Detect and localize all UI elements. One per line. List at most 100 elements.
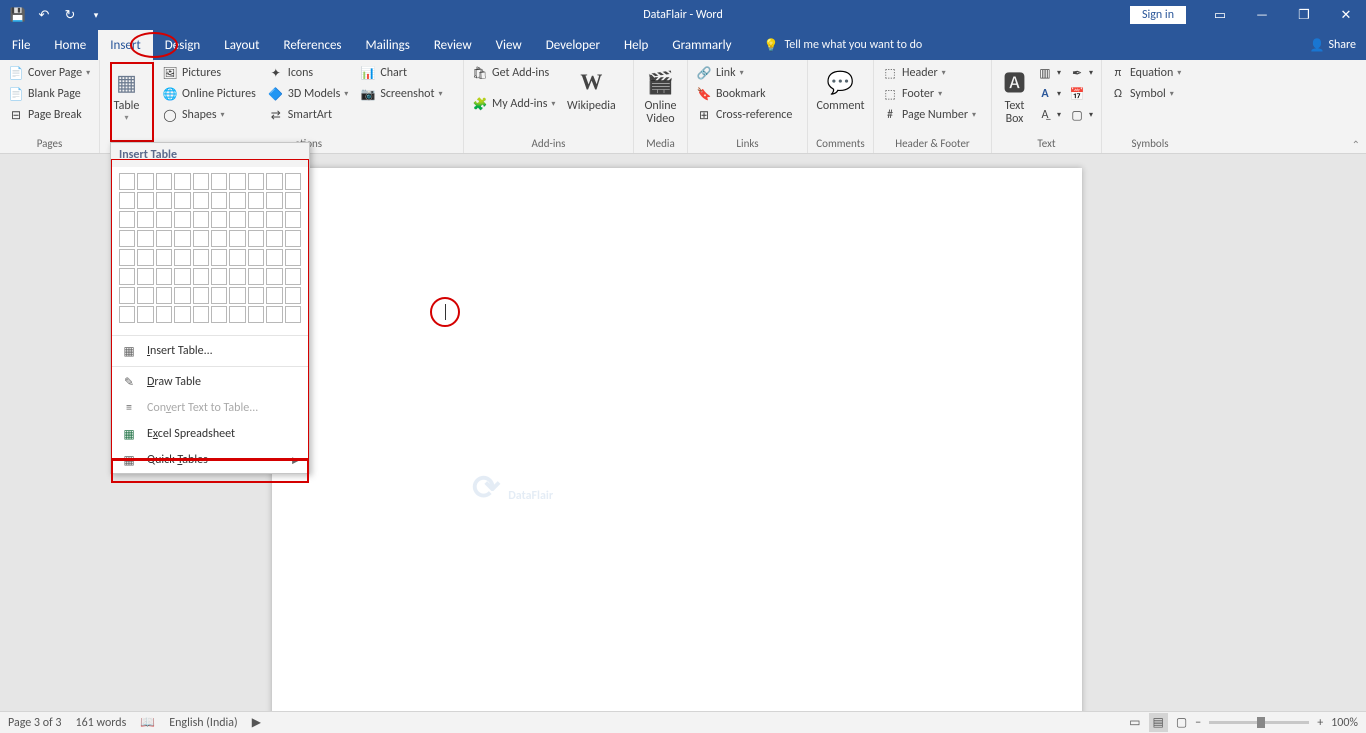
grid-cell[interactable] <box>266 287 282 304</box>
grid-cell[interactable] <box>119 230 135 247</box>
grid-cell[interactable] <box>174 249 190 266</box>
date-time-button[interactable]: 📅 <box>1067 85 1095 103</box>
grid-cell[interactable] <box>266 230 282 247</box>
online-video-button[interactable]: 🎬 Online Video <box>640 64 681 126</box>
page-number-button[interactable]: #Page Number <box>880 106 978 124</box>
grid-cell[interactable] <box>211 268 227 285</box>
status-language[interactable]: English (India) <box>169 716 237 730</box>
grid-cell[interactable] <box>119 211 135 228</box>
grid-cell[interactable] <box>174 306 190 323</box>
zoom-out-icon[interactable]: − <box>1195 716 1201 730</box>
grid-cell[interactable] <box>211 173 227 190</box>
grid-cell[interactable] <box>266 173 282 190</box>
grid-cell[interactable] <box>119 173 135 190</box>
grid-cell[interactable] <box>174 192 190 209</box>
grid-cell[interactable] <box>174 230 190 247</box>
my-addins-button[interactable]: 🧩My Add-ins <box>470 95 557 113</box>
tab-file[interactable]: File <box>0 30 42 60</box>
pictures-button[interactable]: 🖼Pictures <box>160 64 258 82</box>
grid-cell[interactable] <box>137 230 153 247</box>
grid-cell[interactable] <box>119 306 135 323</box>
wordart-button[interactable]: A▾ <box>1035 85 1063 103</box>
grid-cell[interactable] <box>137 211 153 228</box>
drop-cap-button[interactable]: A̲▾ <box>1035 106 1063 124</box>
grid-cell[interactable] <box>137 173 153 190</box>
close-icon[interactable]: ✕ <box>1326 0 1366 30</box>
grid-cell[interactable] <box>137 268 153 285</box>
grid-cell[interactable] <box>193 306 209 323</box>
grid-cell[interactable] <box>174 287 190 304</box>
grid-cell[interactable] <box>137 192 153 209</box>
grid-cell[interactable] <box>156 249 172 266</box>
grid-cell[interactable] <box>211 306 227 323</box>
grid-cell[interactable] <box>229 306 245 323</box>
grid-cell[interactable] <box>285 230 301 247</box>
smartart-button[interactable]: ⇄SmartArt <box>266 106 351 124</box>
tab-design[interactable]: Design <box>153 30 212 60</box>
grid-cell[interactable] <box>119 268 135 285</box>
status-words[interactable]: 161 words <box>76 716 127 730</box>
screenshot-button[interactable]: 📷Screenshot <box>358 85 444 103</box>
grid-cell[interactable] <box>137 306 153 323</box>
grid-cell[interactable] <box>137 287 153 304</box>
grid-cell[interactable] <box>285 287 301 304</box>
sign-in-button[interactable]: Sign in <box>1130 6 1186 24</box>
blank-page-button[interactable]: 📄Blank Page <box>6 85 92 103</box>
undo-icon[interactable]: ↶ <box>34 5 54 25</box>
grid-cell[interactable] <box>285 249 301 266</box>
grid-cell[interactable] <box>248 173 264 190</box>
tab-layout[interactable]: Layout <box>212 30 271 60</box>
grid-cell[interactable] <box>193 249 209 266</box>
grid-cell[interactable] <box>156 306 172 323</box>
macro-icon[interactable]: ▶ <box>252 715 261 730</box>
grid-cell[interactable] <box>174 173 190 190</box>
grid-cell[interactable] <box>156 230 172 247</box>
document-page[interactable]: ⟳ DataFlair <box>272 168 1082 711</box>
online-pictures-button[interactable]: 🌐Online Pictures <box>160 85 258 103</box>
chart-button[interactable]: 📊Chart <box>358 64 444 82</box>
icons-button[interactable]: ✦Icons <box>266 64 351 82</box>
read-mode-icon[interactable]: ▭ <box>1129 715 1140 730</box>
grid-cell[interactable] <box>211 249 227 266</box>
grid-cell[interactable] <box>174 211 190 228</box>
grid-cell[interactable] <box>156 287 172 304</box>
grid-cell[interactable] <box>119 249 135 266</box>
grid-cell[interactable] <box>156 268 172 285</box>
grid-cell[interactable] <box>266 211 282 228</box>
grid-cell[interactable] <box>193 287 209 304</box>
object-button[interactable]: ▢▾ <box>1067 106 1095 124</box>
grid-cell[interactable] <box>229 268 245 285</box>
zoom-slider[interactable] <box>1209 721 1309 724</box>
equation-button[interactable]: πEquation <box>1108 64 1183 82</box>
grid-cell[interactable] <box>266 306 282 323</box>
grid-cell[interactable] <box>248 192 264 209</box>
3d-models-button[interactable]: 🔷3D Models <box>266 85 351 103</box>
grid-cell[interactable] <box>229 192 245 209</box>
grid-cell[interactable] <box>229 173 245 190</box>
ribbon-display-icon[interactable]: ▭ <box>1200 0 1240 30</box>
qat-customize-icon[interactable]: ▾ <box>86 5 106 25</box>
grid-cell[interactable] <box>174 268 190 285</box>
grid-cell[interactable] <box>211 230 227 247</box>
grid-cell[interactable] <box>229 230 245 247</box>
status-page[interactable]: Page 3 of 3 <box>8 716 62 730</box>
tab-help[interactable]: Help <box>612 30 660 60</box>
grid-cell[interactable] <box>229 287 245 304</box>
grid-cell[interactable] <box>248 306 264 323</box>
maximize-icon[interactable]: ❐ <box>1284 0 1324 30</box>
grid-cell[interactable] <box>211 192 227 209</box>
tab-references[interactable]: References <box>272 30 354 60</box>
redo-icon[interactable]: ↻ <box>60 5 80 25</box>
draw-table-menu-item[interactable]: ✎Draw Table <box>111 369 309 395</box>
grid-cell[interactable] <box>248 211 264 228</box>
grid-cell[interactable] <box>193 173 209 190</box>
collapse-ribbon-icon[interactable]: ⌃ <box>1352 138 1360 151</box>
web-layout-icon[interactable]: ▢ <box>1176 715 1187 730</box>
grid-cell[interactable] <box>285 173 301 190</box>
grid-cell[interactable] <box>119 287 135 304</box>
page-break-button[interactable]: ⊟Page Break <box>6 106 92 124</box>
tab-grammarly[interactable]: Grammarly <box>660 30 743 60</box>
tell-me-search[interactable]: 💡 Tell me what you want to do <box>763 38 922 53</box>
zoom-in-icon[interactable]: + <box>1317 716 1323 730</box>
grid-cell[interactable] <box>248 249 264 266</box>
